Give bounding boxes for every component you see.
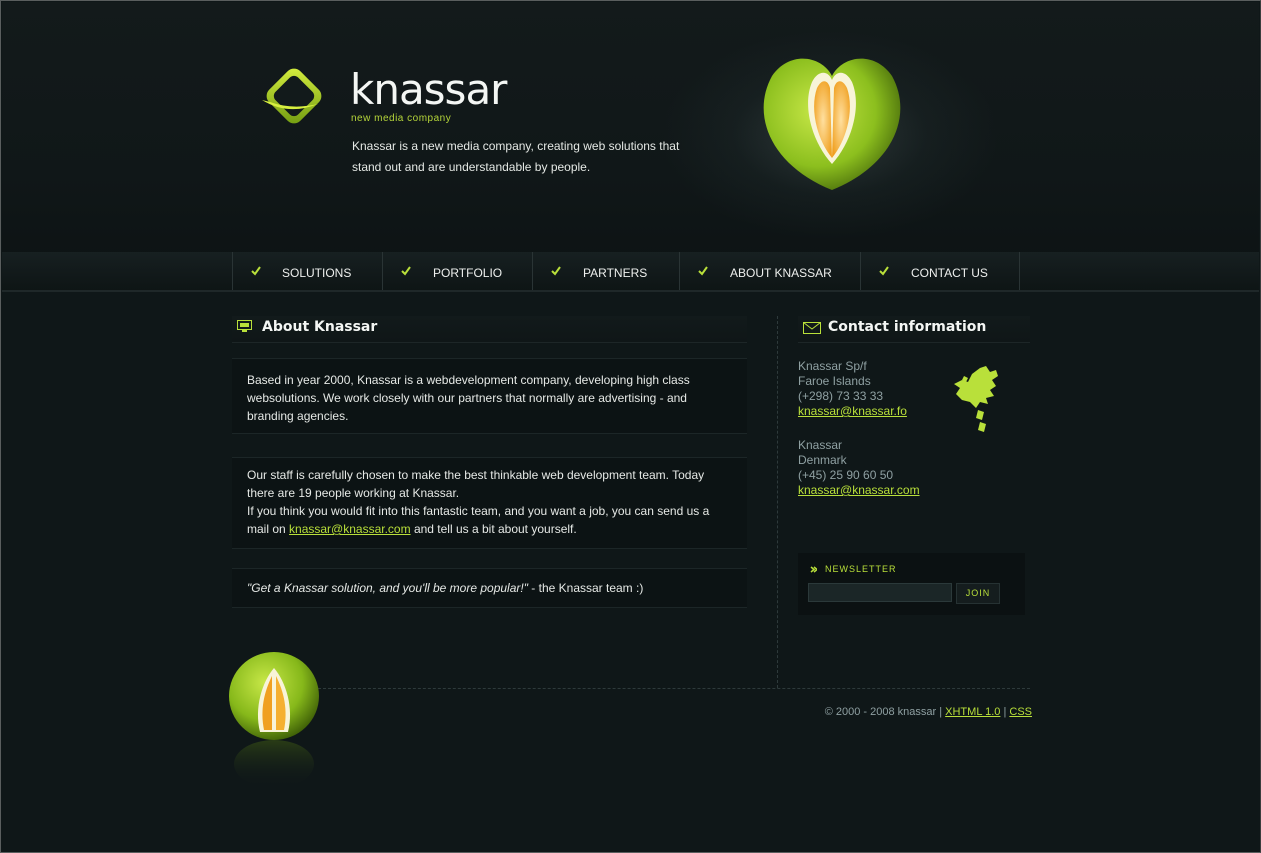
about-paragraph-2-box: Our staff is carefully chosen to make th…	[232, 457, 747, 549]
lime-footer-image	[229, 652, 319, 788]
about-title: About Knassar	[262, 319, 378, 335]
check-icon	[401, 266, 411, 276]
about-paragraph-1-box: Based in year 2000, Knassar is a webdeve…	[232, 358, 747, 434]
newsletter-email-input[interactable]	[808, 583, 952, 602]
quote-line: "Get a Knassar solution, and you'll be m…	[232, 569, 747, 597]
newsletter-join-button[interactable]: JOIN	[956, 583, 1000, 604]
logo-subtitle: new media company	[351, 113, 452, 124]
header-tagline: Knassar is a new media company, creating…	[352, 136, 712, 178]
check-icon	[879, 266, 889, 276]
office-email-link[interactable]: knassar@knassar.fo	[798, 404, 907, 418]
nav-label-about-knassar: ABOUT KNASSAR	[730, 266, 832, 280]
about-para2-text-end: and tell us a bit about yourself.	[413, 522, 577, 536]
contact-denmark-office: Knassar Denmark (+45) 25 90 60 50 knassa…	[798, 438, 920, 498]
knassar-logo-icon[interactable]	[258, 64, 336, 134]
about-paragraph-1: Based in year 2000, Knassar is a webdeve…	[247, 373, 690, 423]
nav-item-solutions[interactable]: SOLUTIONS	[232, 252, 383, 290]
contact-title: Contact information	[828, 319, 987, 335]
newsletter-label: NEWSLETTER	[825, 564, 897, 574]
tagline-line-2: stand out and are understandable by peop…	[352, 160, 591, 174]
column-divider	[777, 316, 778, 688]
newsletter-box: NEWSLETTER JOIN	[798, 553, 1025, 615]
faroe-islands-map-icon	[954, 366, 998, 432]
main-navigation: SOLUTIONS PORTFOLIO PARTNERS ABOUT KNASS…	[2, 252, 1259, 292]
office-email-link[interactable]: knassar@knassar.com	[798, 483, 920, 497]
quote-box: "Get a Knassar solution, and you'll be m…	[232, 568, 747, 608]
nav-label-solutions: SOLUTIONS	[282, 266, 352, 280]
lime-heart-image	[763, 58, 901, 190]
about-paragraph-2b: If you think you would fit into this fan…	[232, 502, 747, 538]
monitor-icon	[237, 320, 252, 332]
check-icon	[551, 266, 561, 276]
office-location: Faroe Islands	[798, 374, 871, 388]
envelope-icon	[803, 322, 821, 334]
footer-separator: |	[1003, 706, 1007, 718]
office-name: Knassar Sp/f	[798, 359, 867, 373]
nav-label-portfolio: PORTFOLIO	[433, 266, 503, 280]
nav-label-partners: PARTNERS	[583, 266, 648, 280]
quote-text: "Get a Knassar solution, and you'll be m…	[247, 581, 528, 595]
about-paragraph-2a: Our staff is carefully chosen to make th…	[247, 468, 705, 500]
office-name: Knassar	[798, 438, 843, 452]
quote-attribution: - the Knassar team :)	[527, 581, 644, 595]
footer-text: © 2000 - 2008 knassar | XHTML 1.0 | CSS	[760, 706, 1032, 718]
check-icon	[698, 266, 708, 276]
css-validation-link[interactable]: CSS	[1009, 706, 1032, 718]
arrow-right-icon	[810, 566, 817, 573]
nav-item-portfolio[interactable]: PORTFOLIO	[382, 252, 533, 290]
contact-faroe-office: Knassar Sp/f Faroe Islands (+298) 73 33 …	[798, 359, 907, 419]
tagline-line-1: Knassar is a new media company, creating…	[352, 139, 680, 153]
office-location: Denmark	[798, 453, 847, 467]
nav-item-partners[interactable]: PARTNERS	[532, 252, 680, 290]
nav-item-about-knassar[interactable]: ABOUT KNASSAR	[679, 252, 861, 290]
xhtml-validation-link[interactable]: XHTML 1.0	[945, 706, 1000, 718]
nav-label-contact-us: CONTACT US	[911, 266, 988, 280]
copyright-text: © 2000 - 2008 knassar |	[824, 706, 943, 718]
nav-item-contact-us[interactable]: CONTACT US	[860, 252, 1020, 290]
check-icon	[251, 266, 261, 276]
careers-email-link[interactable]: knassar@knassar.com	[289, 522, 411, 536]
footer-divider	[318, 688, 1030, 689]
logo-wordmark[interactable]: knassar	[350, 68, 507, 112]
office-phone: (+45) 25 90 60 50	[798, 468, 894, 482]
office-phone: (+298) 73 33 33	[798, 389, 884, 403]
